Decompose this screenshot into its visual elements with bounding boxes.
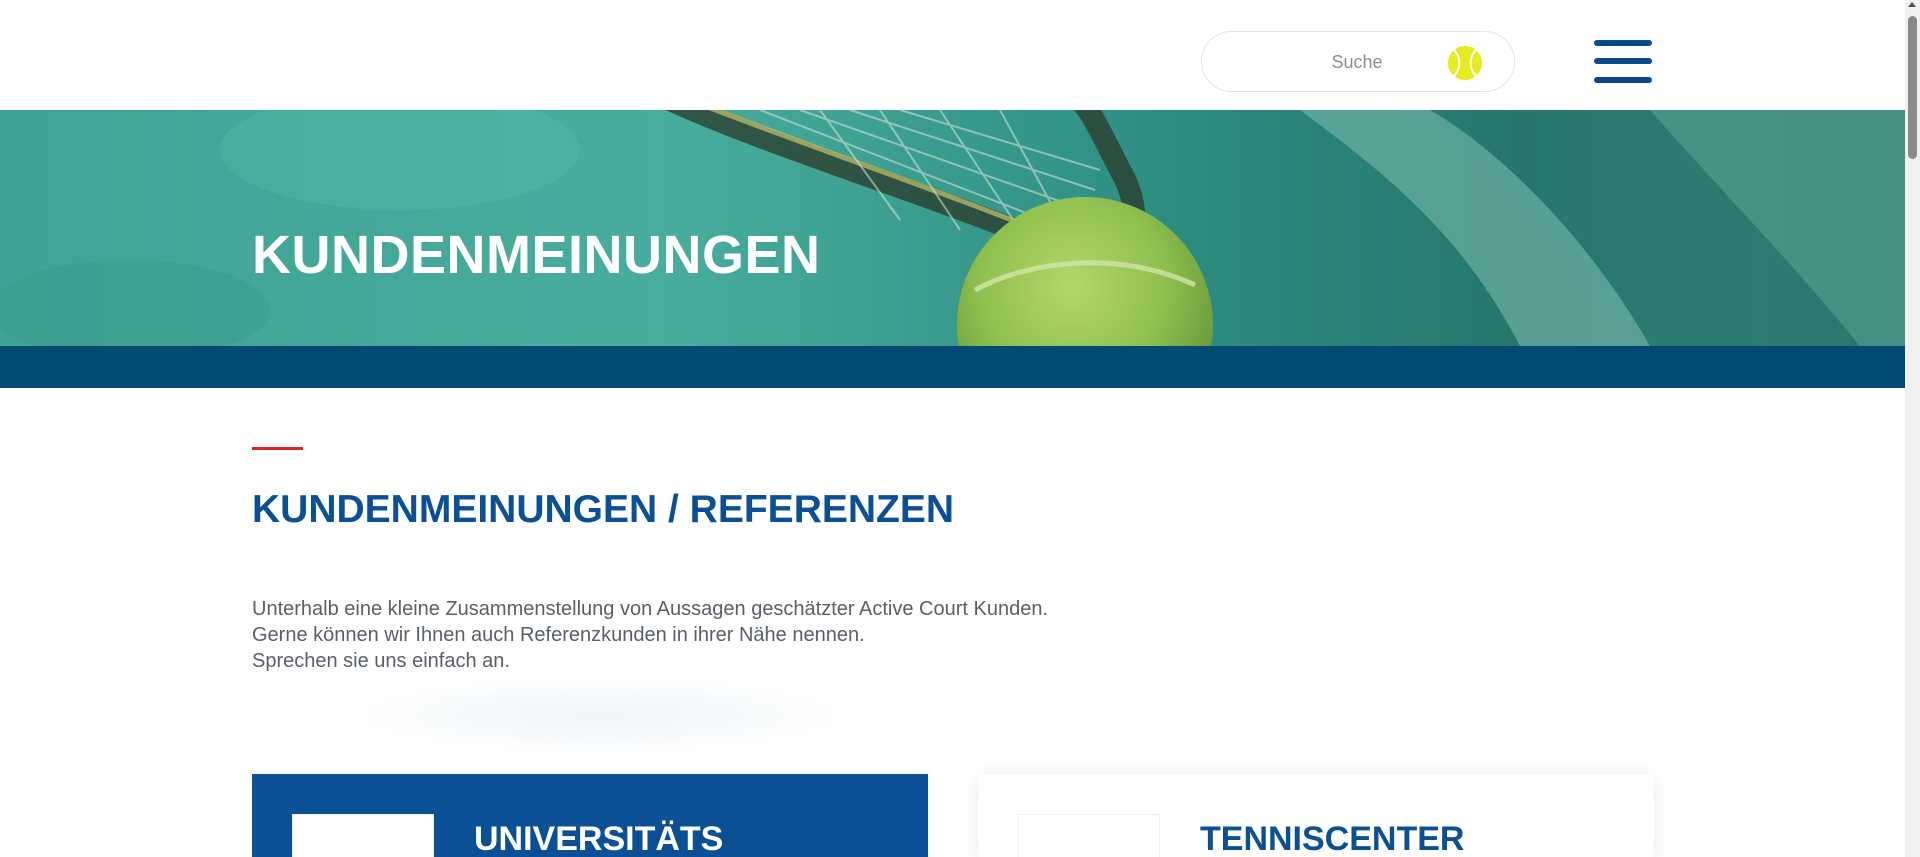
hamburger-menu-icon[interactable] [1594, 38, 1652, 85]
card-title: TENNISCENTER [1200, 820, 1465, 857]
intro-text: Unterhalb eine kleine Zusammenstellung v… [252, 596, 1048, 674]
background-watermark [300, 670, 900, 760]
scrollbar[interactable] [1905, 0, 1920, 857]
scroll-up-arrow-icon[interactable] [1908, 2, 1916, 7]
card-title: UNIVERSITÄTS [474, 820, 724, 857]
search-input[interactable] [1232, 48, 1432, 76]
reference-card[interactable]: TENNISCENTER [978, 774, 1654, 857]
menu-line [1594, 77, 1652, 83]
card-logo [1018, 814, 1160, 857]
hero-banner: KUNDENMEINUNGEN [0, 110, 1905, 346]
menu-line [1594, 40, 1652, 46]
search-box[interactable] [1201, 31, 1515, 92]
section-title: KUNDENMEINUNGEN / REFERENZEN [252, 488, 955, 531]
hero-title: KUNDENMEINUNGEN [252, 225, 821, 285]
intro-line: Unterhalb eine kleine Zusammenstellung v… [252, 598, 1049, 620]
reference-card[interactable]: UNIVERSITÄTS [252, 774, 928, 857]
hero-bottom-bar [0, 346, 1905, 388]
site-header [0, 0, 1905, 110]
tennis-ball-icon[interactable] [1447, 45, 1483, 81]
card-logo [292, 814, 434, 857]
scrollbar-thumb[interactable] [1908, 16, 1917, 159]
intro-line: Gerne können wir Ihnen auch Referenzkund… [252, 624, 865, 646]
accent-line [252, 447, 303, 450]
menu-line [1594, 58, 1652, 64]
